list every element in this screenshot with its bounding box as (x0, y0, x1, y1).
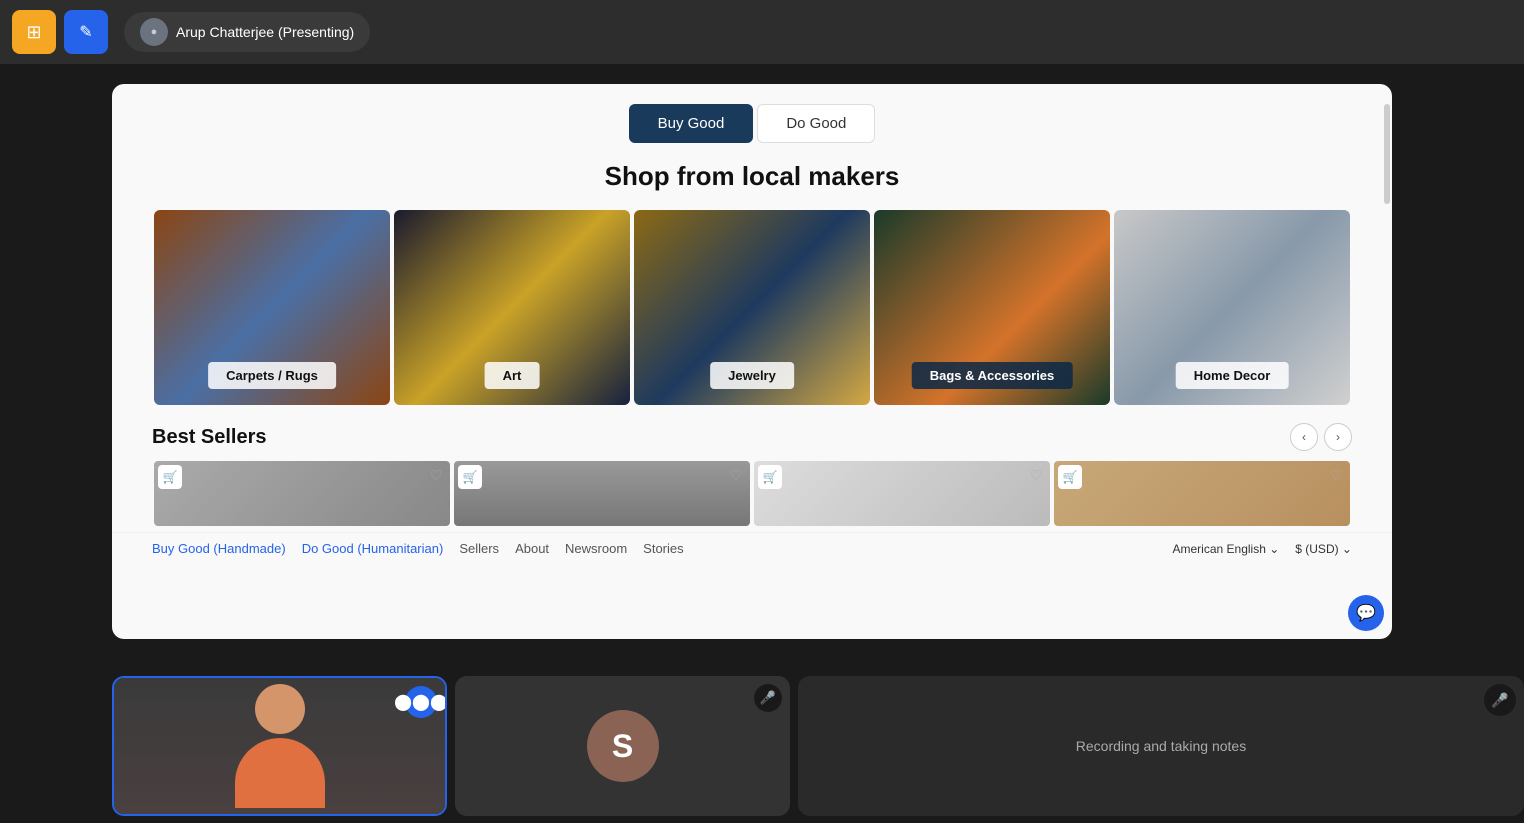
footer-newsroom[interactable]: Newsroom (565, 541, 627, 556)
category-label-jewelry: Jewelry (710, 362, 794, 389)
category-grid: Carpets / Rugs Art Jewelry Bags & Access… (112, 208, 1392, 407)
secondary-avatar: S (587, 710, 659, 782)
edit-icon: ✎ (79, 22, 92, 42)
footer-stories[interactable]: Stories (643, 541, 683, 556)
do-good-button[interactable]: Do Good (757, 104, 875, 143)
scrollbar[interactable] (1384, 104, 1390, 204)
mic-active-button[interactable]: ⬤⬤⬤ (405, 686, 437, 718)
product-heart-1[interactable]: ♡ (426, 465, 446, 485)
mic-mute-icon: 🎤 (760, 690, 776, 706)
footer-currency[interactable]: $ (USD) ⌄ (1295, 542, 1352, 556)
category-label-carpets: Carpets / Rugs (208, 362, 336, 389)
product-image-2 (454, 461, 750, 526)
best-sellers-header: Best Sellers ‹ › (112, 407, 1392, 459)
recording-mic-mute[interactable]: 🎤 (1484, 684, 1516, 716)
footer-do-good[interactable]: Do Good (Humanitarian) (302, 541, 444, 556)
chat-icon: 💬 (1356, 603, 1376, 623)
website-footer: Buy Good (Handmade) Do Good (Humanitaria… (112, 532, 1392, 564)
product-heart-3[interactable]: ♡ (1026, 465, 1046, 485)
product-image-3 (754, 461, 1050, 526)
presenter-name: Arup Chatterjee (Presenting) (176, 24, 354, 40)
buy-good-button[interactable]: Buy Good (629, 104, 754, 143)
bs-next-button[interactable]: › (1324, 423, 1352, 451)
presenter-pill: ● Arup Chatterjee (Presenting) (124, 12, 370, 52)
category-card-bags[interactable]: Bags & Accessories (874, 210, 1110, 405)
category-card-carpets[interactable]: Carpets / Rugs (154, 210, 390, 405)
recording-text: Recording and taking notes (1076, 738, 1246, 754)
product-card-1[interactable]: 🛒 ♡ (154, 461, 450, 526)
website-content: Buy Good Do Good Shop from local makers … (112, 84, 1392, 639)
product-row: 🛒 ♡ 🛒 ♡ 🛒 ♡ 🛒 ♡ (112, 459, 1392, 528)
product-image-4 (1054, 461, 1350, 526)
chat-bubble[interactable]: 💬 (1348, 595, 1384, 631)
presenter-video-panel: ⬤⬤⬤ (112, 676, 447, 816)
best-sellers-nav: ‹ › (1290, 423, 1352, 451)
bottom-panels: ⬤⬤⬤ S 🎤 Recording and taking notes 🎤 (112, 668, 1524, 823)
app-icon-button[interactable]: ⊞ (12, 10, 56, 54)
category-label-art: Art (485, 362, 540, 389)
screen-share-window: Buy Good Do Good Shop from local makers … (112, 84, 1392, 639)
product-heart-2[interactable]: ♡ (726, 465, 746, 485)
footer-language[interactable]: American English ⌄ (1173, 542, 1280, 556)
footer-about[interactable]: About (515, 541, 549, 556)
website-nav: Buy Good Do Good (112, 84, 1392, 153)
presenter-avatar: ● (140, 18, 168, 46)
category-card-homedecor[interactable]: Home Decor (1114, 210, 1350, 405)
footer-right: American English ⌄ $ (USD) ⌄ (1173, 542, 1353, 556)
secondary-mic-mute[interactable]: 🎤 (754, 684, 782, 712)
product-image-1 (154, 461, 450, 526)
footer-buy-good[interactable]: Buy Good (Handmade) (152, 541, 286, 556)
best-sellers-title: Best Sellers (152, 426, 267, 449)
top-bar: ⊞ ✎ ● Arup Chatterjee (Presenting) (0, 0, 1524, 64)
app-icon: ⊞ (26, 22, 41, 43)
product-card-2[interactable]: 🛒 ♡ (454, 461, 750, 526)
mute-icon: 🎤 (1491, 692, 1508, 709)
product-cart-4[interactable]: 🛒 (1058, 465, 1082, 489)
footer-left: Buy Good (Handmade) Do Good (Humanitaria… (152, 541, 684, 556)
category-label-bags: Bags & Accessories (912, 362, 1073, 389)
main-area: Buy Good Do Good Shop from local makers … (112, 64, 1524, 823)
product-heart-4[interactable]: ♡ (1326, 465, 1346, 485)
footer-sellers[interactable]: Sellers (459, 541, 499, 556)
product-cart-3[interactable]: 🛒 (758, 465, 782, 489)
recording-panel: Recording and taking notes 🎤 (798, 676, 1524, 816)
product-cart-2[interactable]: 🛒 (458, 465, 482, 489)
product-card-4[interactable]: 🛒 ♡ (1054, 461, 1350, 526)
category-label-homedecor: Home Decor (1176, 362, 1289, 389)
secondary-video-panel: S 🎤 (455, 676, 790, 816)
hero-text: Shop from local makers (112, 153, 1392, 208)
category-card-jewelry[interactable]: Jewelry (634, 210, 870, 405)
bs-prev-button[interactable]: ‹ (1290, 423, 1318, 451)
edit-icon-button[interactable]: ✎ (64, 10, 108, 54)
product-cart-1[interactable]: 🛒 (158, 465, 182, 489)
mic-active-icon: ⬤⬤⬤ (394, 692, 447, 712)
category-card-art[interactable]: Art (394, 210, 630, 405)
product-card-3[interactable]: 🛒 ♡ (754, 461, 1050, 526)
